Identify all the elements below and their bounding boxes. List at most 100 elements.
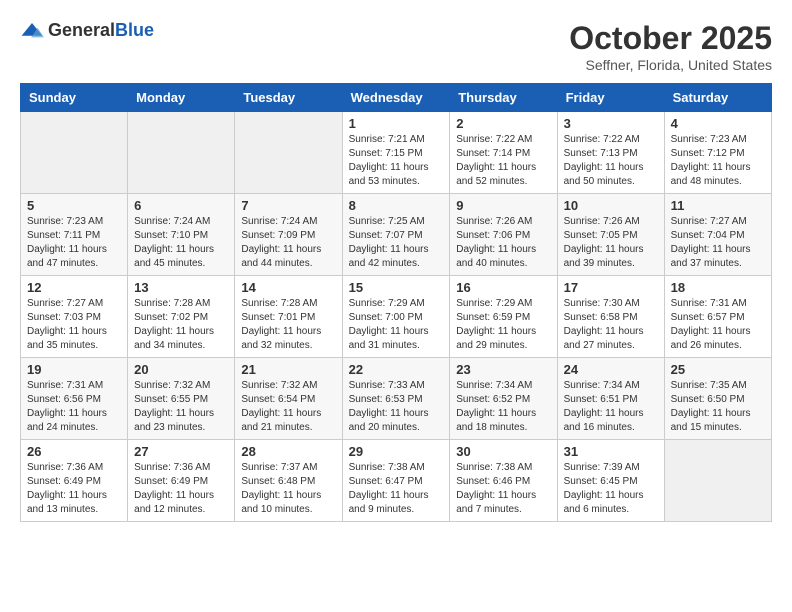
- day-info: Sunrise: 7:21 AM Sunset: 7:15 PM Dayligh…: [349, 133, 444, 189]
- calendar-week-row: 26 Sunrise: 7:36 AM Sunset: 6:49 PM Dayli…: [21, 440, 772, 522]
- day-number: 18: [671, 280, 765, 295]
- calendar-cell: 19Sunrise: 7:31 AM Sunset: 6:56 PM Dayli…: [21, 358, 128, 440]
- day-number: 25: [671, 362, 765, 377]
- day-number: 11: [671, 198, 765, 213]
- calendar-cell: 12 Sunrise: 7:27 AM Sunset: 7:03 PM Dayli…: [21, 276, 128, 358]
- calendar-cell: 9 Sunrise: 7:26 AM Sunset: 7:06 PM Daylig…: [450, 194, 557, 276]
- calendar-cell: 26 Sunrise: 7:36 AM Sunset: 6:49 PM Dayli…: [21, 440, 128, 522]
- calendar-cell: 4 Sunrise: 7:23 AM Sunset: 7:12 PM Daylig…: [664, 112, 771, 194]
- day-number: 31: [564, 444, 658, 459]
- day-info: Sunrise: 7:22 AM Sunset: 7:14 PM Dayligh…: [456, 133, 550, 189]
- calendar-cell: 8 Sunrise: 7:25 AM Sunset: 7:07 PM Daylig…: [342, 194, 450, 276]
- day-number: 20: [134, 362, 228, 377]
- calendar-cell: 5 Sunrise: 7:23 AM Sunset: 7:11 PM Daylig…: [21, 194, 128, 276]
- day-info: Sunrise: 7:26 AM Sunset: 7:06 PM Dayligh…: [456, 215, 550, 271]
- calendar-week-row: 5 Sunrise: 7:23 AM Sunset: 7:11 PM Daylig…: [21, 194, 772, 276]
- calendar-week-row: 1 Sunrise: 7:21 AM Sunset: 7:15 PM Daylig…: [21, 112, 772, 194]
- calendar-cell: 3 Sunrise: 7:22 AM Sunset: 7:13 PM Daylig…: [557, 112, 664, 194]
- calendar-cell: [235, 112, 342, 194]
- day-info: Sunrise: 7:27 AM Sunset: 7:04 PM Dayligh…: [671, 215, 765, 271]
- header: GeneralBlue October 2025 Seffner, Florid…: [20, 20, 772, 73]
- day-number: 27: [134, 444, 228, 459]
- day-number: 6: [134, 198, 228, 213]
- location-subtitle: Seffner, Florida, United States: [569, 57, 772, 73]
- day-number: 26: [27, 444, 121, 459]
- day-number: 7: [241, 198, 335, 213]
- calendar-cell: 27 Sunrise: 7:36 AM Sunset: 6:49 PM Dayli…: [128, 440, 235, 522]
- calendar-cell: 21 Sunrise: 7:32 AM Sunset: 6:54 PM Dayli…: [235, 358, 342, 440]
- day-info: Sunrise: 7:36 AM Sunset: 6:49 PM Dayligh…: [27, 461, 121, 517]
- day-info: Sunrise: 7:36 AM Sunset: 6:49 PM Dayligh…: [134, 461, 228, 517]
- calendar-cell: 14 Sunrise: 7:28 AM Sunset: 7:01 PM Dayli…: [235, 276, 342, 358]
- calendar-cell: 11 Sunrise: 7:27 AM Sunset: 7:04 PM Dayli…: [664, 194, 771, 276]
- calendar-cell: 23 Sunrise: 7:34 AM Sunset: 6:52 PM Dayli…: [450, 358, 557, 440]
- day-info: Sunrise: 7:38 AM Sunset: 6:47 PM Dayligh…: [349, 461, 444, 517]
- calendar-week-row: 12 Sunrise: 7:27 AM Sunset: 7:03 PM Dayli…: [21, 276, 772, 358]
- day-info: Sunrise: 7:32 AM Sunset: 6:55 PM Dayligh…: [134, 379, 228, 435]
- calendar-cell: 7 Sunrise: 7:24 AM Sunset: 7:09 PM Daylig…: [235, 194, 342, 276]
- day-info: Sunrise: 7:27 AM Sunset: 7:03 PM Dayligh…: [27, 297, 121, 353]
- calendar-cell: 24Sunrise: 7:34 AM Sunset: 6:51 PM Dayli…: [557, 358, 664, 440]
- calendar-cell: [664, 440, 771, 522]
- day-info: Sunrise: 7:23 AM Sunset: 7:12 PM Dayligh…: [671, 133, 765, 189]
- calendar-cell: 20 Sunrise: 7:32 AM Sunset: 6:55 PM Dayli…: [128, 358, 235, 440]
- day-info: Sunrise: 7:34 AM Sunset: 6:51 PM Dayligh…: [564, 379, 658, 435]
- day-info: Sunrise: 7:28 AM Sunset: 7:01 PM Dayligh…: [241, 297, 335, 353]
- day-number: 16: [456, 280, 550, 295]
- day-info: Sunrise: 7:31 AM Sunset: 6:56 PM Dayligh…: [27, 379, 121, 435]
- day-info: Sunrise: 7:34 AM Sunset: 6:52 PM Dayligh…: [456, 379, 550, 435]
- weekday-header-sunday: Sunday: [21, 84, 128, 112]
- month-title: October 2025: [569, 20, 772, 57]
- day-info: Sunrise: 7:23 AM Sunset: 7:11 PM Dayligh…: [27, 215, 121, 271]
- day-info: Sunrise: 7:32 AM Sunset: 6:54 PM Dayligh…: [241, 379, 335, 435]
- day-number: 5: [27, 198, 121, 213]
- weekday-header-thursday: Thursday: [450, 84, 557, 112]
- calendar-cell: 17Sunrise: 7:30 AM Sunset: 6:58 PM Dayli…: [557, 276, 664, 358]
- day-info: Sunrise: 7:24 AM Sunset: 7:10 PM Dayligh…: [134, 215, 228, 271]
- day-number: 12: [27, 280, 121, 295]
- day-info: Sunrise: 7:37 AM Sunset: 6:48 PM Dayligh…: [241, 461, 335, 517]
- day-number: 22: [349, 362, 444, 377]
- logo: GeneralBlue: [20, 20, 154, 41]
- day-info: Sunrise: 7:35 AM Sunset: 6:50 PM Dayligh…: [671, 379, 765, 435]
- day-number: 4: [671, 116, 765, 131]
- weekday-header-friday: Friday: [557, 84, 664, 112]
- day-number: 10: [564, 198, 658, 213]
- weekday-header-tuesday: Tuesday: [235, 84, 342, 112]
- logo-text: GeneralBlue: [48, 20, 154, 41]
- day-number: 1: [349, 116, 444, 131]
- day-info: Sunrise: 7:22 AM Sunset: 7:13 PM Dayligh…: [564, 133, 658, 189]
- weekday-header-saturday: Saturday: [664, 84, 771, 112]
- logo-icon: [20, 21, 44, 41]
- calendar-cell: 13Sunrise: 7:28 AM Sunset: 7:02 PM Dayli…: [128, 276, 235, 358]
- day-info: Sunrise: 7:31 AM Sunset: 6:57 PM Dayligh…: [671, 297, 765, 353]
- day-number: 8: [349, 198, 444, 213]
- calendar-cell: 15 Sunrise: 7:29 AM Sunset: 7:00 PM Dayli…: [342, 276, 450, 358]
- day-number: 21: [241, 362, 335, 377]
- day-info: Sunrise: 7:24 AM Sunset: 7:09 PM Dayligh…: [241, 215, 335, 271]
- day-number: 9: [456, 198, 550, 213]
- day-number: 23: [456, 362, 550, 377]
- logo-general: General: [48, 20, 115, 40]
- day-info: Sunrise: 7:33 AM Sunset: 6:53 PM Dayligh…: [349, 379, 444, 435]
- day-number: 2: [456, 116, 550, 131]
- calendar-cell: 29Sunrise: 7:38 AM Sunset: 6:47 PM Dayli…: [342, 440, 450, 522]
- calendar-cell: 22 Sunrise: 7:33 AM Sunset: 6:53 PM Dayli…: [342, 358, 450, 440]
- title-area: October 2025 Seffner, Florida, United St…: [569, 20, 772, 73]
- day-info: Sunrise: 7:26 AM Sunset: 7:05 PM Dayligh…: [564, 215, 658, 271]
- day-number: 15: [349, 280, 444, 295]
- calendar-cell: 2 Sunrise: 7:22 AM Sunset: 7:14 PM Daylig…: [450, 112, 557, 194]
- day-info: Sunrise: 7:39 AM Sunset: 6:45 PM Dayligh…: [564, 461, 658, 517]
- day-info: Sunrise: 7:29 AM Sunset: 7:00 PM Dayligh…: [349, 297, 444, 353]
- day-info: Sunrise: 7:29 AM Sunset: 6:59 PM Dayligh…: [456, 297, 550, 353]
- calendar-cell: 6 Sunrise: 7:24 AM Sunset: 7:10 PM Daylig…: [128, 194, 235, 276]
- day-info: Sunrise: 7:25 AM Sunset: 7:07 PM Dayligh…: [349, 215, 444, 271]
- calendar-cell: [128, 112, 235, 194]
- day-info: Sunrise: 7:38 AM Sunset: 6:46 PM Dayligh…: [456, 461, 550, 517]
- calendar-cell: 16 Sunrise: 7:29 AM Sunset: 6:59 PM Dayli…: [450, 276, 557, 358]
- calendar-cell: 28Sunrise: 7:37 AM Sunset: 6:48 PM Dayli…: [235, 440, 342, 522]
- day-number: 14: [241, 280, 335, 295]
- weekday-header-wednesday: Wednesday: [342, 84, 450, 112]
- day-number: 3: [564, 116, 658, 131]
- calendar-cell: 1 Sunrise: 7:21 AM Sunset: 7:15 PM Daylig…: [342, 112, 450, 194]
